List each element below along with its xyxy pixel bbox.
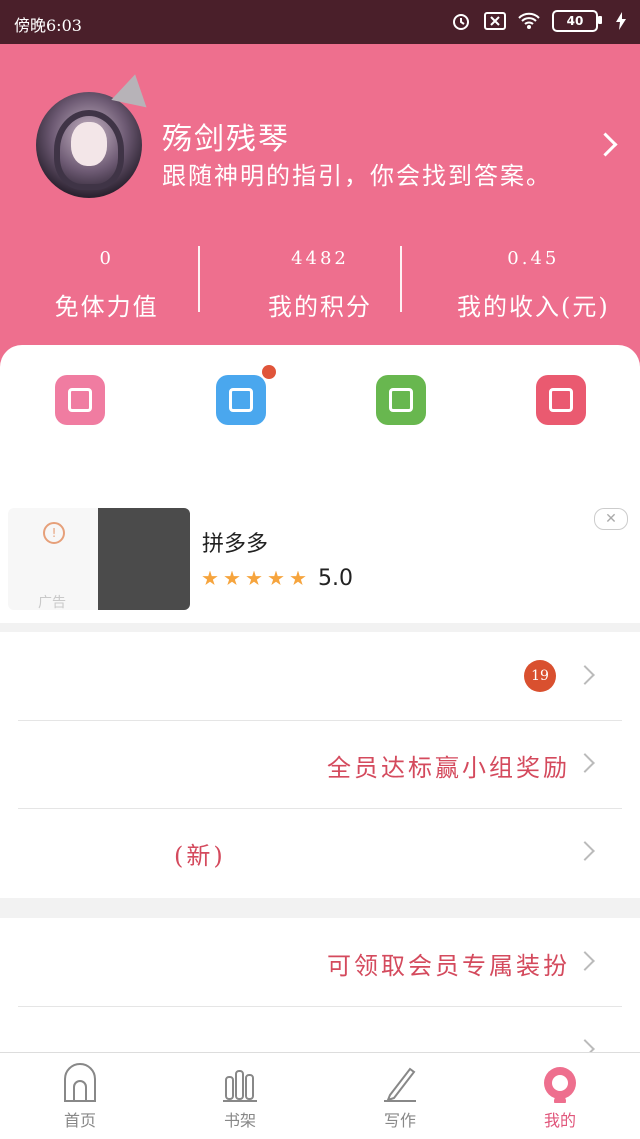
tab-mine[interactable]: 我的 [480,1053,640,1139]
ad-rating-stars: 5.0 [202,566,353,591]
stat-label: 我的收入(元) [456,293,610,321]
star-icon [290,570,306,586]
status-time: 傍晚6:03 [14,16,82,35]
menu-list-1: 19 全员达标赢小组奖励 (新) [0,632,640,898]
heart-envelope-icon [68,388,92,412]
stat-points[interactable]: 4482 我的积分 [213,242,426,322]
star-icon [246,570,262,586]
bookshelf-icon [223,1070,257,1102]
list-item[interactable]: (新) [18,808,622,896]
avatar[interactable] [36,92,142,198]
ad-title: 拼多多 [202,532,269,557]
quick-action-gift[interactable] [536,375,586,425]
list-item-label: (新) [174,842,226,870]
count-badge: 19 [524,660,556,692]
status-bar: 傍晚6:03 40 [0,0,640,44]
menu-list-2: 可领取会员专属装扮 [0,918,640,1059]
list-item-label: 可领取会员专属装扮 [327,952,570,980]
list-item[interactable]: 19 [18,632,622,721]
profile-header[interactable]: 殇剑残琴 跟随神明的指引，你会找到答案。 0 免体力值 4482 我的积分 0.… [0,44,640,374]
avatar-face [71,122,107,166]
ad-tag: 广告 [38,595,66,610]
alert-icon: ! [43,522,65,544]
ad-close-button[interactable]: ✕ [594,508,628,530]
tab-label: 写作 [383,1111,416,1130]
stats-divider [400,246,402,312]
stat-value: 0 [99,248,114,269]
list-item-label: 全员达标赢小组奖励 [327,754,570,782]
chevron-right-icon [575,951,595,971]
star-icon [202,570,218,586]
notepad-icon [229,388,253,412]
stat-value: 4482 [291,248,349,269]
ad-banner[interactable]: ! 广告 拼多多 5.0 ✕ [8,508,628,610]
profile-icon [544,1067,576,1103]
tab-bookshelf[interactable]: 书架 [160,1053,320,1139]
gift-icon [549,388,573,412]
document-icon [389,388,413,412]
tab-label: 书架 [223,1111,256,1130]
stats-divider [198,246,200,312]
tab-home[interactable]: 首页 [0,1053,160,1139]
star-icon [224,570,240,586]
list-item[interactable]: 可领取会员专属装扮 [18,918,622,1007]
stat-income[interactable]: 0.45 我的收入(元) [427,242,640,322]
stat-value: 0.45 [507,248,560,269]
charging-icon [610,10,632,32]
ad-thumbnail: ! 广告 [8,508,190,610]
wifi-icon [518,10,540,32]
quick-action-favorites[interactable] [55,375,105,425]
username: 殇剑残琴 [162,122,290,157]
stat-label: 我的积分 [267,293,372,321]
alarm-icon [450,10,472,32]
chevron-right-icon [575,665,595,685]
battery-level: 40 [566,14,584,28]
quick-action-document[interactable] [376,375,426,425]
stat-label: 免体力值 [54,293,159,321]
quick-action-notes[interactable] [216,365,276,425]
ad-rating: 5.0 [318,566,353,591]
stats-row: 0 免体力值 4482 我的积分 0.45 我的收入(元) [0,242,640,322]
list-item[interactable]: 全员达标赢小组奖励 [18,720,622,809]
battery-icon: 40 [552,10,602,32]
tab-write[interactable]: 写作 [320,1053,480,1139]
bottom-tab-bar: 首页 书架 写作 我的 [0,1052,640,1139]
tab-label: 首页 [63,1111,96,1130]
chevron-right-icon[interactable] [593,132,618,157]
status-icons: 40 [450,10,632,32]
chevron-right-icon [575,753,595,773]
notification-dot [262,365,276,379]
tab-label: 我的 [543,1111,576,1130]
home-icon [64,1063,96,1102]
chevron-right-icon [575,841,595,861]
sim-off-icon [484,10,506,32]
pencil-icon [384,1067,416,1102]
signature: 跟随神明的指引，你会找到答案。 [162,162,552,190]
ad-thumbnail-dark-panel [98,508,190,610]
stat-stamina[interactable]: 0 免体力值 [0,242,213,322]
star-icon [268,570,284,586]
